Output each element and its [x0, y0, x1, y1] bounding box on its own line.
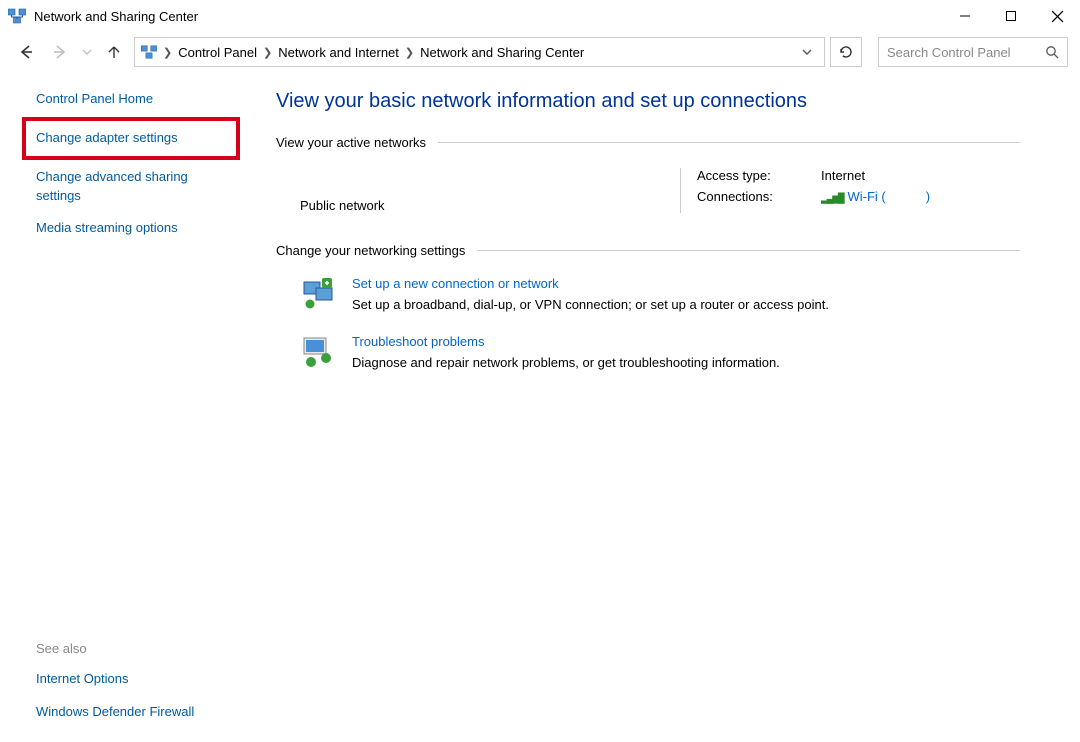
back-button[interactable] [12, 38, 40, 66]
settings-item-new-connection: Set up a new connection or network Set u… [276, 276, 1020, 312]
access-type-value: Internet [821, 168, 865, 183]
titlebar: Network and Sharing Center [0, 0, 1080, 32]
setup-connection-desc: Set up a broadband, dial-up, or VPN conn… [352, 297, 829, 312]
troubleshoot-link[interactable]: Troubleshoot problems [352, 334, 780, 349]
search-input[interactable] [887, 45, 1037, 60]
forward-button[interactable] [46, 38, 74, 66]
wifi-signal-icon: ▂▃▅▇ [821, 191, 844, 204]
sidebar-item-adapter-settings[interactable]: Change adapter settings [36, 130, 178, 145]
see-also-heading: See also [36, 641, 234, 656]
sidebar-item-advanced-sharing[interactable]: Change advanced sharing settings [36, 168, 234, 206]
chevron-right-icon[interactable]: ❯ [263, 46, 272, 59]
network-details: Access type: Internet Connections: ▂▃▅▇ W… [680, 168, 1020, 213]
connections-label: Connections: [697, 189, 797, 204]
settings-item-troubleshoot: Troubleshoot problems Diagnose and repai… [276, 334, 1020, 370]
access-type-label: Access type: [697, 168, 797, 183]
content-area: View your basic network information and … [252, 72, 1080, 742]
divider [438, 142, 1020, 143]
troubleshoot-desc: Diagnose and repair network problems, or… [352, 355, 780, 370]
maximize-button[interactable] [988, 0, 1034, 32]
navigation-bar: ❯ Control Panel ❯ Network and Internet ❯… [0, 32, 1080, 72]
refresh-button[interactable] [830, 37, 862, 67]
sidebar-item-home[interactable]: Control Panel Home [36, 90, 234, 109]
section-label: Change your networking settings [276, 243, 465, 258]
main-area: Control Panel Home Change adapter settin… [0, 72, 1080, 742]
seealso-item-internet-options[interactable]: Internet Options [36, 670, 234, 689]
network-type: Public network [300, 168, 680, 213]
network-type-label: Public network [300, 198, 385, 213]
network-info: Public network Access type: Internet Con… [276, 168, 1020, 213]
network-center-icon [141, 44, 157, 60]
window-title: Network and Sharing Center [34, 9, 198, 24]
address-bar[interactable]: ❯ Control Panel ❯ Network and Internet ❯… [134, 37, 825, 67]
chevron-right-icon[interactable]: ❯ [163, 46, 172, 59]
network-center-icon [8, 7, 26, 25]
breadcrumb-item[interactable]: Network and Sharing Center [420, 45, 584, 60]
sidebar-item-media-streaming[interactable]: Media streaming options [36, 219, 234, 238]
minimize-button[interactable] [942, 0, 988, 32]
breadcrumb-item[interactable]: Network and Internet [278, 45, 399, 60]
up-button[interactable] [100, 38, 128, 66]
connection-link[interactable]: ▂▃▅▇Wi-Fi () [821, 189, 930, 204]
highlight-annotation: Change adapter settings [22, 117, 240, 160]
section-label: View your active networks [276, 135, 426, 150]
chevron-right-icon[interactable]: ❯ [405, 46, 414, 59]
seealso-item-firewall[interactable]: Windows Defender Firewall [36, 703, 234, 722]
history-dropdown[interactable] [80, 38, 94, 66]
window-controls [942, 0, 1080, 32]
new-connection-icon [300, 276, 336, 312]
breadcrumb-item[interactable]: Control Panel [178, 45, 257, 60]
divider [477, 250, 1020, 251]
address-dropdown[interactable] [802, 47, 818, 57]
section-change-settings: Change your networking settings [276, 243, 1020, 258]
connection-name: Wi-Fi ( [848, 189, 886, 204]
close-button[interactable] [1034, 0, 1080, 32]
page-heading: View your basic network information and … [276, 90, 1020, 113]
setup-connection-link[interactable]: Set up a new connection or network [352, 276, 829, 291]
search-icon[interactable] [1045, 45, 1059, 59]
section-active-networks: View your active networks [276, 135, 1020, 150]
troubleshoot-icon [300, 334, 336, 370]
search-box[interactable] [878, 37, 1068, 67]
sidebar: Control Panel Home Change adapter settin… [0, 72, 252, 742]
